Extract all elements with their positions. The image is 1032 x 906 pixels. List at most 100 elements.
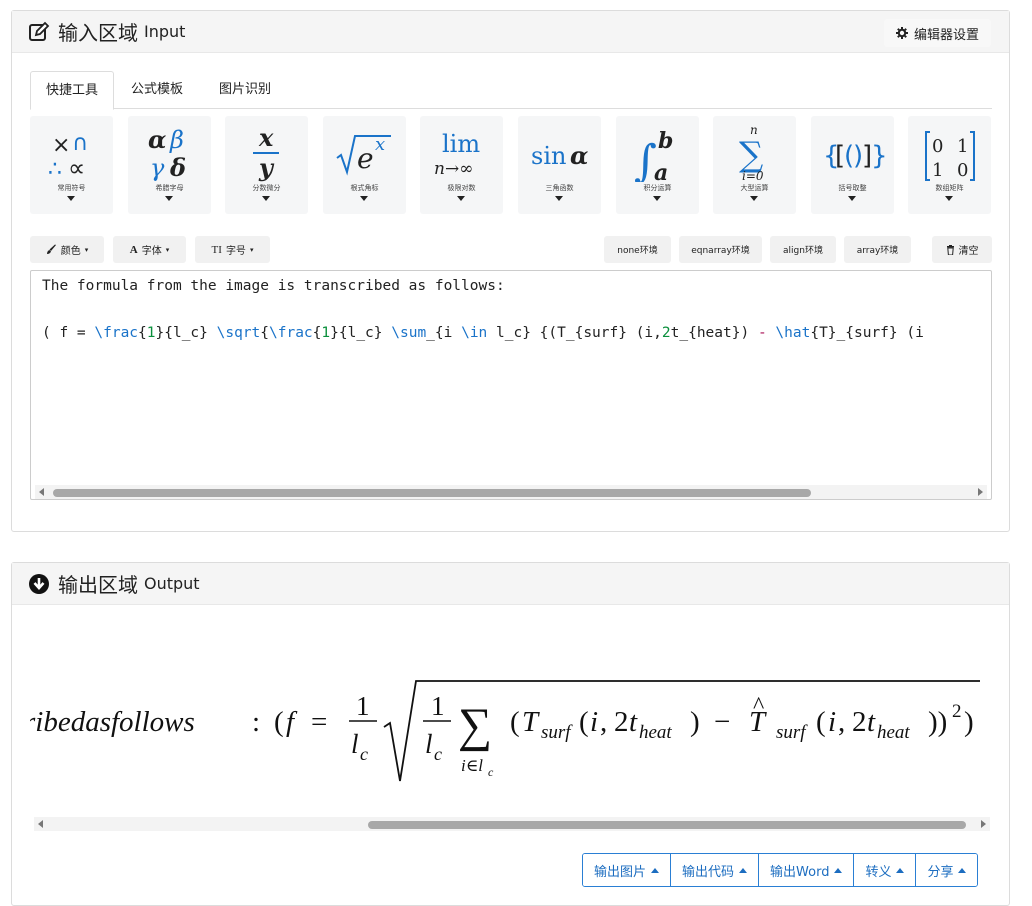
array-env-button[interactable]: array环境	[844, 236, 911, 263]
tool-fraction[interactable]: x y 分数微分	[225, 116, 308, 214]
svg-text:f: f	[286, 706, 298, 738]
chevron-down-icon	[848, 196, 856, 201]
scroll-left-icon[interactable]	[39, 488, 44, 496]
input-panel-header: 输入区域 Input 编辑器设置	[12, 11, 1009, 53]
svg-text:i: i	[828, 706, 836, 738]
tool-sum[interactable]: n ∑ i=0 大型运算	[713, 116, 796, 214]
svg-text:1: 1	[431, 691, 445, 721]
svg-text:∑: ∑	[458, 699, 492, 752]
svg-text:∝: ∝	[68, 154, 85, 182]
svg-text:heat: heat	[877, 722, 910, 743]
svg-text:sin: sin	[531, 142, 566, 170]
tool-brackets[interactable]: { [ ( ) ] } 括号取整	[811, 116, 894, 214]
svg-text:1: 1	[932, 160, 943, 181]
tab-quick-tools[interactable]: 快捷工具	[30, 71, 115, 110]
align-env-button[interactable]: align环境	[770, 236, 836, 263]
svg-text:)): ))	[928, 706, 947, 738]
svg-text:(: (	[579, 706, 589, 738]
tool-integral[interactable]: ∫ b a 积分运算	[616, 116, 699, 214]
latex-editor[interactable]: The formula from the image is transcribe…	[30, 270, 992, 500]
svg-text::: :	[252, 706, 260, 738]
tool-label: 大型运算	[740, 184, 769, 192]
svg-text:^: ^	[753, 693, 764, 719]
tool-matrix[interactable]: 0 1 1 0 数组矩阵	[908, 116, 991, 214]
output-panel-header: 输出区域 Output	[12, 563, 1009, 605]
scroll-thumb[interactable]	[53, 489, 811, 497]
svg-text:x: x	[375, 134, 385, 155]
tool-label: 积分运算	[643, 184, 672, 192]
svg-text:c: c	[434, 744, 442, 764]
svg-text:(: (	[510, 706, 520, 738]
edit-icon	[29, 21, 50, 41]
svg-text:δ: δ	[169, 153, 186, 182]
caret-up-icon	[739, 867, 748, 873]
svg-text:∴: ∴	[48, 157, 62, 182]
scroll-thumb[interactable]	[368, 821, 966, 829]
font-label: 字体	[141, 246, 162, 257]
export-image-button[interactable]: 输出图片	[583, 854, 672, 886]
output-title: 输出区域	[58, 573, 138, 597]
scroll-right-icon[interactable]	[981, 820, 986, 828]
tool-label: 极限对数	[447, 184, 476, 192]
tool-label: 括号取整	[838, 184, 867, 192]
svg-text:∩: ∩	[72, 131, 88, 156]
scroll-right-icon[interactable]	[978, 488, 983, 496]
eqnarray-env-button[interactable]: eqnarray环境	[679, 236, 762, 263]
svg-text:heat: heat	[639, 722, 672, 743]
tool-trig[interactable]: sin α 三角函数	[518, 116, 601, 214]
caret-up-icon	[958, 867, 967, 873]
tab-image-recognition[interactable]: 图片识别	[204, 71, 286, 109]
escape-button[interactable]: 转义	[854, 854, 917, 886]
svg-text:l: l	[351, 729, 359, 759]
tool-tabs: 快捷工具 公式模板 图片识别	[30, 71, 992, 110]
svg-text:e: e	[357, 142, 374, 175]
svg-text:): )	[964, 706, 974, 738]
chevron-down-icon	[555, 196, 563, 201]
tab-formula-templates[interactable]: 公式模板	[116, 71, 198, 109]
tool-common-symbols[interactable]: × ∩ ∴ ∝ 常用符号	[30, 116, 113, 214]
integral-icon: ∫ b a	[634, 128, 673, 182]
export-code-button[interactable]: 输出代码	[671, 854, 760, 886]
none-env-button[interactable]: none环境	[604, 236, 671, 263]
circle-arrow-down-icon	[29, 573, 49, 594]
color-button[interactable]: 颜色 ▾	[30, 236, 104, 263]
chevron-down-icon	[945, 196, 953, 201]
matrix-icon: 0 1 1 0	[925, 131, 975, 181]
svg-text:T: T	[522, 706, 540, 738]
svg-text:=: =	[311, 706, 327, 738]
share-button[interactable]: 分享	[916, 854, 978, 886]
svg-text:0: 0	[957, 160, 968, 181]
editor-settings-button[interactable]: 编辑器设置	[883, 19, 991, 47]
tool-greek-letters[interactable]: α β γ δ 希腊字母	[128, 116, 211, 214]
svg-text:t: t	[867, 706, 876, 738]
svg-text:y: y	[258, 153, 275, 182]
svg-text:(: (	[274, 706, 284, 738]
svg-text:i=0: i=0	[742, 169, 764, 182]
editor-horizontal-scrollbar[interactable]	[35, 485, 987, 499]
tool-limit[interactable]: lim n→∞ 极限对数	[420, 116, 503, 214]
brush-icon	[46, 244, 56, 254]
svg-text:2: 2	[614, 706, 629, 738]
output-subtitle: Output	[144, 574, 200, 593]
svg-text:,: ,	[600, 706, 607, 738]
svg-text:i∈l: i∈l	[461, 756, 483, 775]
text-size-icon: TI	[211, 243, 222, 256]
font-size-button[interactable]: TI 字号 ▾	[195, 236, 270, 263]
svg-text:α: α	[148, 125, 166, 154]
escape-label: 转义	[865, 864, 892, 880]
export-word-button[interactable]: 输出Word	[759, 854, 855, 886]
svg-text:}: }	[871, 141, 888, 171]
clear-button[interactable]: 清空	[932, 236, 992, 263]
output-horizontal-scrollbar[interactable]	[34, 817, 990, 831]
tool-radical[interactable]: e x 根式角标	[323, 116, 406, 214]
svg-text:(: (	[816, 706, 826, 738]
formula-prefix: ribedasfollows	[30, 706, 195, 738]
trig-icon: sin α	[531, 141, 588, 170]
tool-label: 数组矩阵	[935, 184, 964, 192]
svg-text:1: 1	[356, 691, 370, 721]
output-panel: 输出区域 Output ribedasfollows : ( f = 1 l c…	[11, 562, 1010, 906]
svg-text:surf: surf	[541, 722, 573, 743]
scroll-left-icon[interactable]	[38, 820, 43, 828]
font-button[interactable]: A 字体 ▾	[113, 236, 186, 263]
chevron-down-icon	[653, 196, 661, 201]
